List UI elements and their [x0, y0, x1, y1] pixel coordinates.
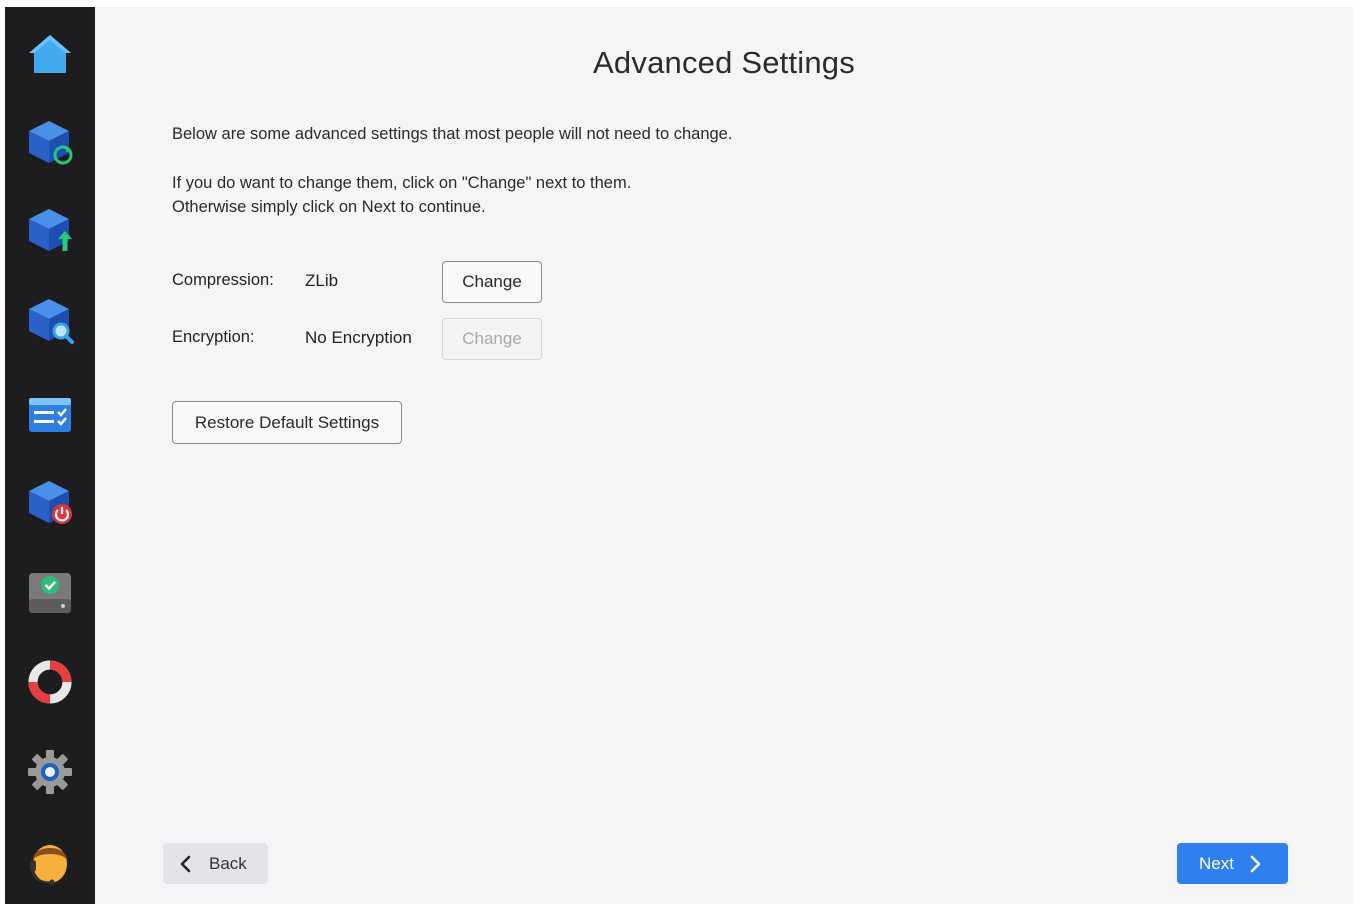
sidebar-item-tasks[interactable]: [25, 390, 75, 440]
page-title: Advanced Settings: [593, 45, 855, 80]
encryption-value: No Encryption: [305, 328, 412, 347]
task-list-icon: [29, 398, 71, 432]
intro-text: Below are some advanced settings that mo…: [172, 125, 733, 143]
sidebar: [5, 7, 95, 904]
chevron-left-icon: [180, 855, 191, 872]
compression-label: Compression:: [172, 271, 274, 289]
instructions-line-2: Otherwise simply click on Next to contin…: [172, 198, 486, 216]
sidebar-item-backup[interactable]: [25, 205, 75, 255]
help-lifebuoy-icon: [28, 660, 72, 704]
support-agent-icon: [30, 845, 67, 885]
sidebar-item-drive[interactable]: [25, 567, 75, 617]
next-button-label: Next: [1199, 853, 1234, 873]
gear-icon: [28, 750, 72, 794]
sidebar-item-schedule[interactable]: [25, 477, 75, 527]
back-button[interactable]: Back: [163, 843, 268, 884]
sidebar-item-restore[interactable]: [25, 117, 75, 167]
chevron-right-icon: [1250, 855, 1261, 872]
encryption-label: Encryption:: [172, 328, 255, 346]
sidebar-item-help[interactable]: [25, 657, 75, 707]
restore-default-settings-button[interactable]: Restore Default Settings: [172, 401, 402, 444]
sidebar-item-settings[interactable]: [25, 747, 75, 797]
compression-change-button[interactable]: Change: [442, 261, 542, 303]
search-backup-icon: [29, 299, 74, 344]
restore-backup-icon: [29, 121, 73, 165]
instructions-line-1: If you do want to change them, click on …: [172, 174, 632, 192]
sidebar-item-support[interactable]: [25, 837, 75, 887]
upload-backup-icon: [29, 209, 72, 251]
shutdown-backup-icon: [29, 481, 72, 524]
drive-check-icon: [29, 573, 71, 613]
main-panel: Advanced Settings Below are some advance…: [95, 7, 1353, 904]
home-icon: [29, 35, 71, 73]
sidebar-item-home[interactable]: [25, 29, 75, 79]
sidebar-item-search[interactable]: [25, 295, 75, 345]
next-button[interactable]: Next: [1177, 843, 1288, 884]
compression-value: ZLib: [305, 271, 339, 290]
encryption-change-button[interactable]: Change: [442, 318, 542, 360]
back-button-label: Back: [209, 853, 247, 873]
